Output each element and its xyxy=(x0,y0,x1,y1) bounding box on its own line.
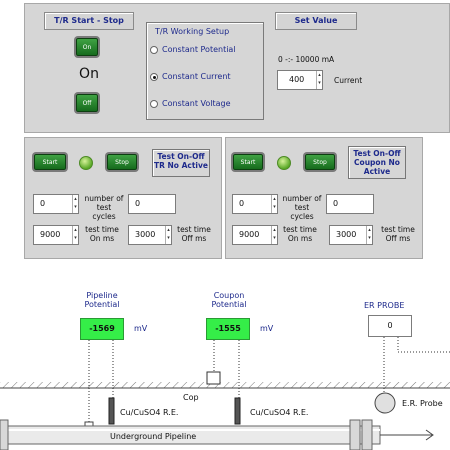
er-probe-circle xyxy=(374,392,396,414)
ref-electrode-2-label: Cu/CuSO4 R.E. xyxy=(250,408,309,417)
pipeline-label: Underground Pipeline xyxy=(110,432,197,441)
reference-electrode-2 xyxy=(234,397,241,425)
cop-label: Cop xyxy=(183,393,199,402)
er-probe-bottom-label: E.R. Probe xyxy=(402,399,443,408)
ground-hatch xyxy=(0,382,450,388)
reference-electrode-1 xyxy=(108,397,115,425)
coupon-box xyxy=(206,371,221,385)
ref-electrode-1-label: Cu/CuSO4 R.E. xyxy=(120,408,179,417)
pipeline-diagram xyxy=(0,337,450,450)
